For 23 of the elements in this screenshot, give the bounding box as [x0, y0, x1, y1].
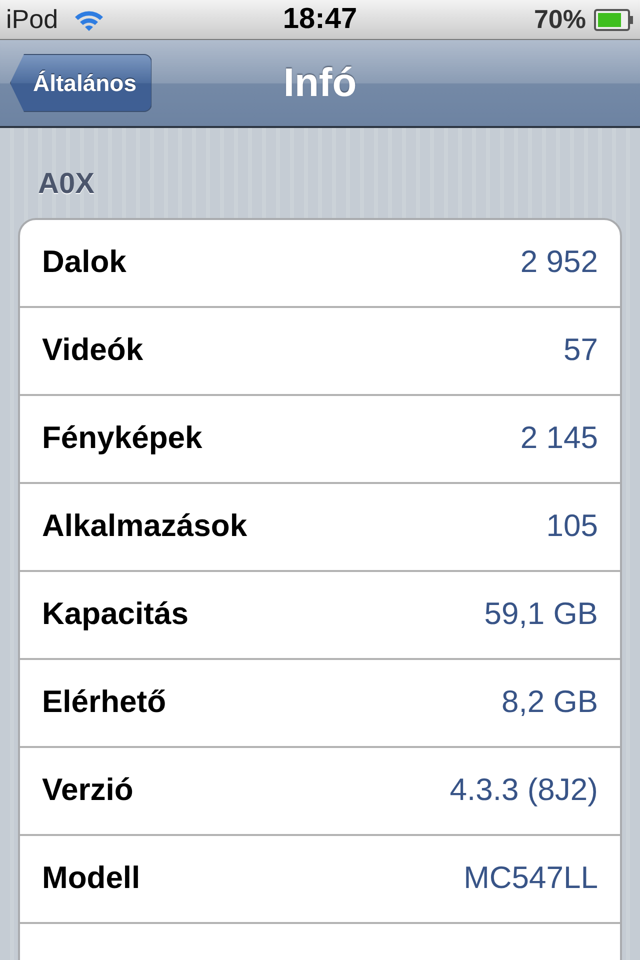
- nav-title: Infó: [283, 60, 357, 107]
- row-label: Modell: [42, 859, 140, 898]
- row-value: 105: [546, 507, 598, 546]
- row-label: Fényképek: [42, 419, 202, 458]
- row-value: 59,1 GB: [484, 595, 598, 634]
- row-value: 8,2 GB: [502, 683, 598, 722]
- row-value: 2 145: [520, 419, 598, 458]
- section-header: A0X: [38, 168, 94, 200]
- row-label: Alkalmazások: [42, 507, 248, 546]
- row-label: Videók: [42, 331, 144, 370]
- row-label: Verzió: [42, 771, 134, 810]
- carrier-label: iPod: [6, 3, 58, 36]
- row-value: MC547LL: [464, 859, 598, 898]
- row-value: 2 952: [520, 243, 598, 282]
- row-label: Kapacitás: [42, 595, 188, 634]
- back-button[interactable]: Általános: [10, 54, 152, 112]
- row-label: Dalok: [42, 243, 126, 282]
- row-value: 4.3.3 (8J2): [450, 771, 598, 810]
- battery-icon: [594, 8, 634, 30]
- battery-percentage: 70%: [534, 3, 586, 36]
- row-value: 57: [564, 331, 598, 370]
- row-label: Elérhető: [42, 683, 166, 722]
- clock-time: 18:47: [282, 2, 358, 37]
